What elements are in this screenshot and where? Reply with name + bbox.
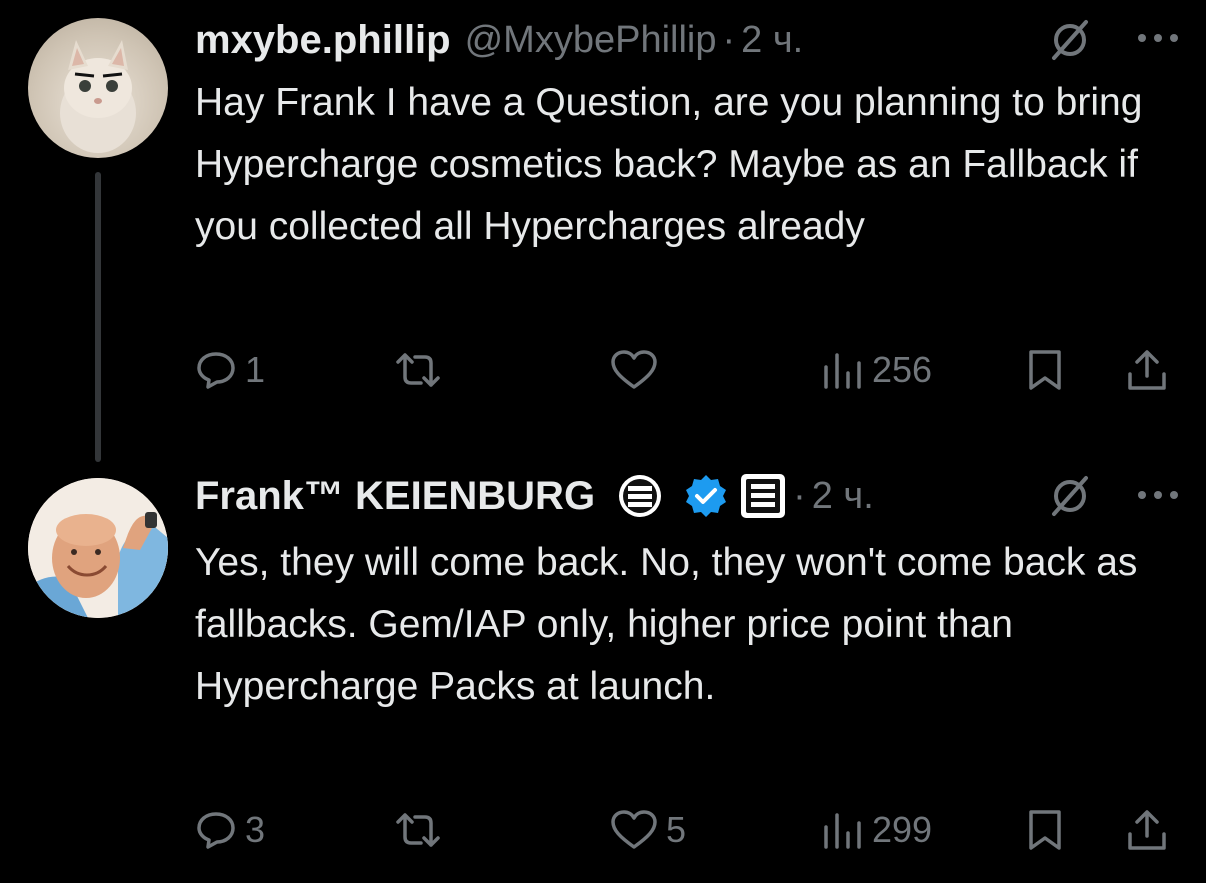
tweet[interactable]: Frank™ KEIENBURG · 2 ч. Yes, they will c…	[0, 450, 1206, 883]
timestamp[interactable]: 2 ч.	[741, 19, 803, 62]
author-name[interactable]: Frank™ KEIENBURG	[195, 474, 595, 519]
action-bar: 3 5 299	[195, 800, 1185, 860]
separator-dot: ·	[793, 474, 806, 517]
action-bar: 1 256	[195, 340, 1185, 400]
tweet-text: Hay Frank I have a Question, are you pla…	[195, 81, 1143, 248]
reply-button[interactable]: 1	[195, 340, 265, 400]
bookmark-icon	[1029, 810, 1061, 850]
grok-button[interactable]	[1040, 10, 1100, 70]
more-dots-icon	[1138, 34, 1178, 42]
more-options-button[interactable]	[1128, 475, 1188, 515]
more-options-button[interactable]	[1128, 18, 1188, 58]
bookmark-button[interactable]	[1025, 340, 1065, 400]
reply-count: 3	[245, 809, 266, 850]
retweet-button[interactable]	[395, 800, 449, 860]
views-button[interactable]: 256	[820, 340, 932, 400]
tweet[interactable]: mxybe.phillip @MxybePhillip · 2 ч. Hay F…	[0, 0, 1206, 462]
cat-avatar-icon	[60, 40, 136, 153]
share-button[interactable]	[1125, 340, 1169, 400]
supercell-circle-badge	[617, 473, 663, 519]
share-icon	[1128, 350, 1166, 390]
reply-button[interactable]: 3	[195, 800, 265, 860]
share-button[interactable]	[1125, 800, 1169, 860]
tweet-text: Yes, they will come back. No, they won't…	[195, 541, 1138, 708]
like-button[interactable]	[610, 340, 666, 400]
tweet-header: Frank™ KEIENBURG · 2 ч.	[195, 468, 874, 524]
tweet-header: mxybe.phillip @MxybePhillip · 2 ч.	[195, 12, 803, 68]
heart-icon	[611, 810, 657, 849]
grok-button[interactable]	[1040, 466, 1100, 526]
reply-icon	[197, 352, 235, 389]
timestamp[interactable]: 2 ч.	[812, 475, 874, 518]
verified-check-icon	[686, 475, 727, 517]
bookmark-icon	[1029, 350, 1061, 390]
grok-icon	[1052, 20, 1088, 60]
views-chart-icon	[824, 353, 861, 389]
retweet-icon	[396, 813, 440, 847]
supercell-square-badge[interactable]	[739, 472, 787, 520]
more-dots-icon	[1138, 491, 1178, 499]
bookmark-button[interactable]	[1025, 800, 1065, 860]
author-name[interactable]: mxybe.phillip	[195, 18, 451, 63]
heart-icon	[611, 350, 657, 389]
like-button[interactable]: 5	[610, 800, 686, 860]
views-count: 299	[872, 809, 933, 850]
avatar[interactable]	[28, 18, 168, 158]
verified-badge[interactable]	[683, 473, 729, 519]
supercell-circle-icon	[619, 475, 662, 517]
retweet-icon	[396, 353, 440, 387]
author-handle[interactable]: @MxybePhillip	[465, 19, 717, 62]
retweet-button[interactable]	[395, 340, 449, 400]
supercell-square-icon	[741, 474, 786, 518]
grok-icon	[1052, 476, 1088, 516]
thread-line	[95, 172, 101, 462]
avatar[interactable]	[28, 478, 168, 618]
reply-icon	[197, 812, 235, 849]
views-button[interactable]: 299	[820, 800, 932, 860]
reply-count: 1	[245, 349, 266, 390]
views-chart-icon	[824, 813, 861, 849]
separator-dot: ·	[722, 18, 736, 61]
like-count: 5	[666, 809, 687, 850]
views-count: 256	[872, 349, 933, 390]
share-icon	[1128, 810, 1166, 850]
person-avatar-icon	[28, 478, 168, 618]
